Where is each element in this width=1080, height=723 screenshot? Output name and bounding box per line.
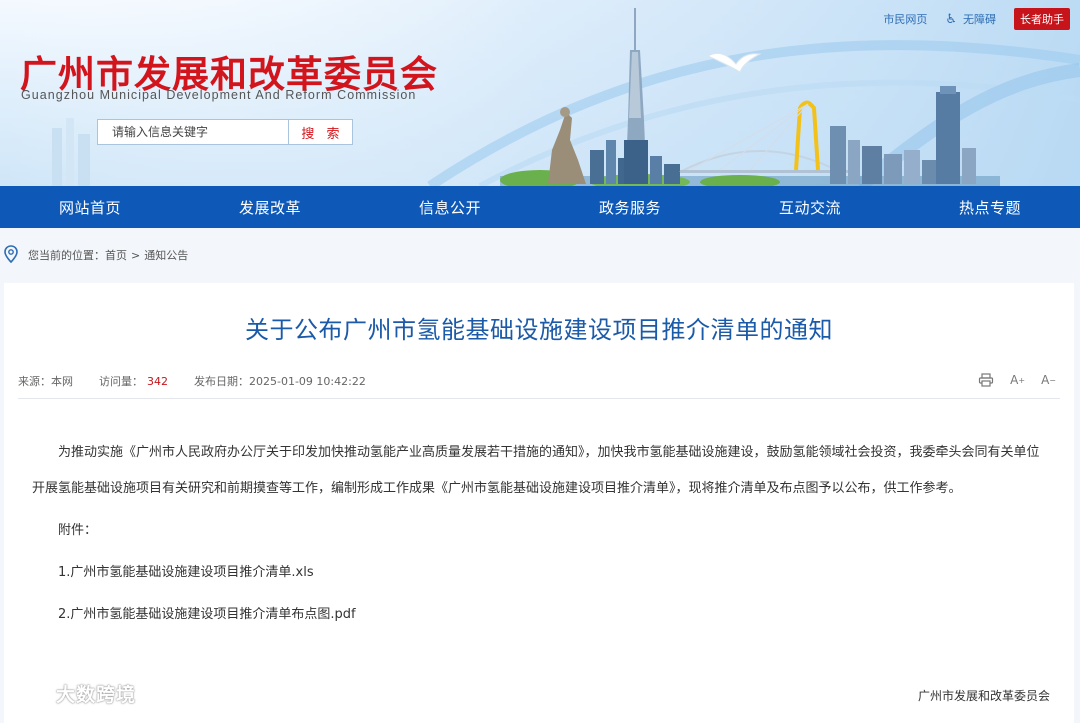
breadcrumb-prefix: 您当前的位置： [28, 249, 105, 262]
elder-assistant-button[interactable]: 长者助手 [1014, 8, 1070, 30]
site-subtitle: Guangzhou Municipal Development And Refo… [21, 88, 417, 102]
breadcrumb-separator: > [131, 248, 141, 262]
breadcrumb-home-link[interactable]: 首页 [105, 247, 127, 263]
font-decrease-button[interactable]: A − [1041, 373, 1056, 387]
breadcrumb: 您当前的位置： 首页 > 通知公告 [0, 244, 188, 266]
article-meta: 来源： 本网 访问量： 342 发布日期： 2025-01-09 10:42:2… [18, 373, 366, 389]
source-label: 来源： [18, 375, 51, 388]
wheelchair-icon: ♿ [945, 11, 957, 27]
location-pin-icon [4, 244, 18, 266]
attachment-link-pdf[interactable]: 2.广州市氢能基础设施建设项目推介清单布点图.pdf [32, 597, 1042, 633]
font-increase-label: A [1010, 373, 1019, 387]
accessibility-link[interactable]: ♿ 无障碍 [945, 11, 996, 27]
source-value: 本网 [51, 375, 73, 388]
article-title: 关于公布广州市氢能基础设施建设项目推介清单的通知 [245, 316, 833, 344]
attachments-label: 附件： [58, 523, 98, 538]
visits-value: 342 [147, 374, 168, 388]
search-button[interactable]: 搜 索 [288, 120, 352, 144]
article-panel: 关于公布广州市氢能基础设施建设项目推介清单的通知 来源： 本网 访问量： 342… [4, 283, 1074, 723]
accessibility-label: 无障碍 [963, 13, 996, 26]
article-paragraph: 为推动实施《广州市人民政府办公厅关于印发加快推动氢能产业高质量发展若干措施的通知… [32, 445, 1040, 496]
search-box: 搜 索 [97, 119, 353, 145]
article-tools: A + A − [962, 373, 1056, 387]
visits-label: 访问量： [99, 375, 143, 388]
breadcrumb-current[interactable]: 通知公告 [144, 247, 188, 263]
nav-info-disclosure[interactable]: 信息公开 [360, 186, 540, 228]
minus-icon: − [1049, 375, 1056, 385]
meta-divider [18, 398, 1060, 399]
printer-icon [979, 373, 994, 387]
nav-home[interactable]: 网站首页 [0, 186, 180, 228]
plus-icon: + [1018, 375, 1026, 385]
font-increase-button[interactable]: A + [1010, 373, 1025, 387]
date-value: 2025-01-09 10:42:22 [249, 374, 366, 388]
citizen-page-link[interactable]: 市民网页 [883, 11, 927, 27]
search-input[interactable] [98, 120, 288, 144]
article-body: 为推动实施《广州市人民政府办公厅关于印发加快推动氢能产业高质量发展若干措施的通知… [32, 435, 1042, 633]
watermark-logo-icon [10, 684, 47, 703]
header-banner: 广州市发展和改革委员会 Guangzhou Municipal Developm… [0, 0, 1080, 186]
nav-hot-topics[interactable]: 热点专题 [900, 186, 1080, 228]
date-label: 发布日期： [194, 375, 249, 388]
top-links: 市民网页 ♿ 无障碍 长者助手 [883, 8, 1070, 30]
attachment-link-xls[interactable]: 1.广州市氢能基础设施建设项目推介清单.xls [32, 555, 1042, 591]
main-nav: 网站首页 发展改革 信息公开 政务服务 互动交流 热点专题 [0, 186, 1080, 228]
watermark-text: 大数跨境 [56, 684, 137, 706]
nav-gov-services[interactable]: 政务服务 [540, 186, 720, 228]
watermark: 大数跨境 [8, 680, 136, 707]
article-signature: 广州市发展和改革委员会 [917, 689, 1050, 703]
nav-development-reform[interactable]: 发展改革 [180, 186, 360, 228]
font-decrease-label: A [1041, 373, 1050, 387]
nav-interaction[interactable]: 互动交流 [720, 186, 900, 228]
print-button[interactable] [978, 373, 994, 387]
